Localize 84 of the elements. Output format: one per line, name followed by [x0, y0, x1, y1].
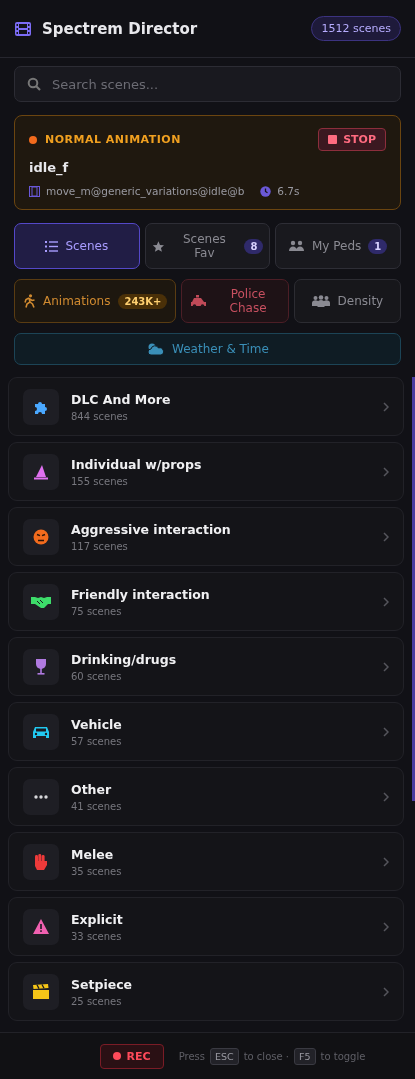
scene-count: 155 scenes	[71, 475, 129, 487]
category-name: Setpiece	[71, 976, 134, 992]
category-name: Other	[71, 781, 113, 797]
record-button[interactable]: REC	[99, 1043, 164, 1069]
animation-status: NORMAL ANIMATION	[45, 133, 182, 146]
stop-button[interactable]: STOP	[318, 128, 386, 151]
chevron-right-icon	[383, 791, 389, 802]
star-icon	[151, 239, 165, 253]
key-cap: F5	[294, 1047, 316, 1065]
chevron-right-icon	[383, 531, 389, 542]
tab[interactable]: Scenes	[14, 223, 140, 269]
animation-dictionary: move_m@generic_variations@idle@b	[46, 185, 245, 197]
tab[interactable]: My Peds 1	[275, 223, 401, 269]
category-name: Vehicle	[71, 716, 123, 732]
scene-count: 33 scenes	[71, 930, 123, 942]
wizard-hat-icon	[33, 463, 49, 480]
scene-count: 57 scenes	[71, 735, 123, 747]
police-chase-button[interactable]: Police Chase	[181, 279, 289, 323]
chevron-right-icon	[383, 986, 389, 997]
animation-name: idle_f	[29, 160, 70, 175]
chevron-right-icon	[383, 401, 389, 412]
category-name: Explicit	[71, 911, 124, 927]
category-item[interactable]: Individual w/props 155 scenes	[8, 442, 404, 501]
film-icon	[14, 19, 32, 38]
category-item[interactable]: Explicit 33 scenes	[8, 897, 404, 956]
cloud-sun-icon	[146, 342, 165, 356]
chevron-right-icon	[383, 856, 389, 867]
scene-count: 25 scenes	[71, 995, 123, 1007]
hint-text: to toggle	[320, 1050, 366, 1062]
scene-count-badge: 1512 scenes	[311, 16, 401, 41]
category-name: Drinking/drugs	[71, 651, 178, 667]
scene-count: 41 scenes	[71, 800, 123, 812]
chevron-right-icon	[383, 661, 389, 672]
scene-count: 35 scenes	[71, 865, 123, 877]
scene-count: 60 scenes	[71, 670, 123, 682]
category-name: Aggressive interaction	[71, 521, 232, 537]
count-badge: 1	[368, 238, 388, 254]
hint-text: Press	[178, 1050, 205, 1062]
search-icon	[27, 77, 41, 91]
chevron-right-icon	[383, 466, 389, 477]
category-item[interactable]: Setpiece 25 scenes	[8, 962, 404, 1021]
list-icon	[45, 240, 59, 252]
category-name: DLC And More	[71, 391, 172, 407]
app-title: Spectrem Director	[42, 19, 199, 38]
animations-button[interactable]: Animations 243K+	[14, 279, 177, 323]
category-item[interactable]: Melee 35 scenes	[8, 832, 404, 891]
category-item[interactable]: Aggressive interaction 117 scenes	[8, 507, 404, 566]
category-name: Individual w/props	[71, 456, 203, 472]
running-person-icon	[23, 294, 35, 308]
scene-count: 75 scenes	[71, 605, 123, 617]
wine-glass-icon	[35, 658, 47, 675]
animation-duration: 6.7s	[277, 185, 300, 197]
count-badge: 8	[244, 238, 264, 254]
car-icon	[32, 724, 50, 739]
category-item[interactable]: Friendly interaction 75 scenes	[8, 572, 404, 631]
category-item[interactable]: Drinking/drugs 60 scenes	[8, 637, 404, 696]
people-icon	[311, 295, 330, 307]
key-cap: ESC	[210, 1047, 239, 1065]
chevron-right-icon	[383, 921, 389, 932]
category-item[interactable]: Vehicle 57 scenes	[8, 702, 404, 761]
tab[interactable]: Scenes Fav 8	[144, 223, 271, 269]
more-icon	[34, 794, 48, 799]
chevron-right-icon	[383, 596, 389, 607]
scene-count: 844 scenes	[71, 410, 129, 422]
scene-count: 117 scenes	[71, 540, 129, 552]
weather-time-button[interactable]: Weather & Time	[14, 333, 401, 365]
category-item[interactable]: Other 41 scenes	[8, 767, 404, 826]
status-dot-icon	[29, 135, 37, 144]
clock-icon	[260, 185, 272, 197]
warning-icon	[33, 919, 49, 934]
angry-face-icon	[33, 528, 49, 545]
car-icon	[190, 294, 209, 308]
film-icon	[29, 185, 40, 197]
count-badge: 243K+	[118, 293, 168, 309]
chevron-right-icon	[383, 726, 389, 737]
density-button[interactable]: Density	[293, 279, 401, 323]
clapperboard-icon	[33, 984, 49, 999]
category-name: Friendly interaction	[71, 586, 211, 602]
people-icon	[289, 240, 305, 252]
category-item[interactable]: DLC And More 844 scenes	[8, 377, 404, 436]
search-field[interactable]: Search scenes...	[14, 66, 401, 102]
handshake-icon	[31, 594, 51, 609]
category-name: Melee	[71, 846, 115, 862]
hint-text: to close ·	[243, 1050, 289, 1062]
